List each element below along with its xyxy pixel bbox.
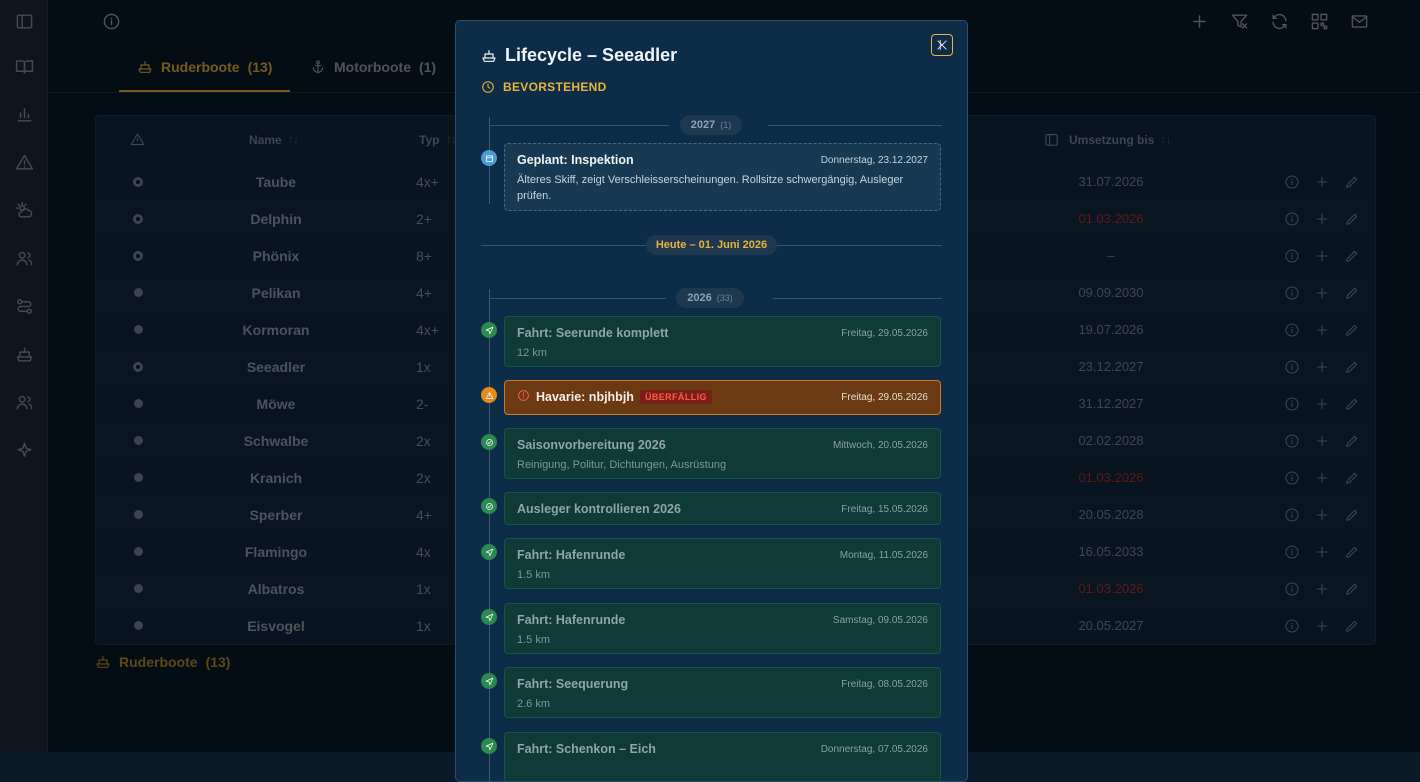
year-count: (1)	[720, 120, 732, 130]
year-label-2027[interactable]: 2027 (1)	[680, 115, 742, 135]
today-divider	[777, 245, 942, 246]
event-title: Fahrt: Seequerung	[517, 677, 629, 691]
timeline-line	[489, 289, 490, 781]
trip-icon	[481, 673, 497, 689]
close-button[interactable]	[931, 34, 953, 56]
event-title: Fahrt: Hafenrunde	[517, 548, 626, 562]
event-description: 2.6 km	[517, 698, 551, 710]
event-date: Freitag, 08.05.2026	[841, 678, 928, 690]
trip-icon	[481, 609, 497, 625]
check-icon	[481, 498, 497, 514]
trip-icon	[481, 322, 497, 338]
overdue-badge: ÜBERFÄLLIG	[639, 390, 712, 404]
event-description: 12 km	[517, 347, 547, 359]
year-divider	[489, 298, 666, 299]
event-description: 1.5 km	[517, 569, 551, 581]
warning-icon	[481, 387, 497, 403]
event-description: 1.5 km	[517, 634, 551, 646]
event-description: Reinigung, Politur, Dichtungen, Ausrüstu…	[517, 459, 727, 471]
year-count: (33)	[716, 293, 733, 303]
dialog-title: Lifecycle – Seeadler	[481, 45, 677, 66]
year-label-2026[interactable]: 2026 (33)	[676, 288, 744, 308]
calendar-icon	[481, 150, 497, 166]
timeline-event-planned[interactable]: Geplant: Inspektion Donnerstag, 23.12.202…	[504, 143, 941, 211]
close-icon	[937, 39, 947, 51]
event-date: Freitag, 29.05.2026	[841, 391, 928, 403]
timeline-event[interactable]: Ausleger kontrollieren 2026 Freitag, 15.0…	[504, 492, 941, 525]
timeline-event[interactable]: Fahrt: Seerunde komplett Freitag, 29.05.2…	[504, 316, 941, 367]
event-date: Freitag, 15.05.2026	[841, 503, 928, 515]
today-marker: Heute – 01. Juni 2026	[646, 235, 777, 255]
dialog-title-text: Lifecycle – Seeadler	[505, 45, 678, 65]
alert-icon	[517, 389, 530, 405]
year-divider	[773, 298, 942, 299]
check-icon	[481, 434, 497, 450]
event-description: Älteres Skiff, zeigt Verschleisserschein…	[517, 174, 904, 202]
timeline-event[interactable]: Saisonvorbereitung 2026 Mittwoch, 20.05.2…	[504, 428, 941, 479]
year-text: 2027	[690, 119, 716, 131]
event-date: Mittwoch, 20.05.2026	[832, 439, 928, 451]
event-title: Saisonvorbereitung 2026	[517, 438, 666, 452]
event-date: Montag, 11.05.2026	[839, 549, 928, 561]
timeline-event[interactable]: Fahrt: Seequerung Freitag, 08.05.2026 2.6…	[504, 667, 941, 718]
event-title: Fahrt: Hafenrunde	[517, 613, 626, 627]
today-divider	[481, 245, 646, 246]
boat-icon	[482, 49, 496, 62]
today-text: Heute – 01. Juni 2026	[655, 239, 768, 251]
event-title: Geplant: Inspektion	[517, 153, 634, 167]
lifecycle-dialog: Lifecycle – Seeadler BEVORSTEHEND 2027 (…	[455, 20, 968, 782]
event-date: Samstag, 09.05.2026	[832, 614, 928, 626]
trip-icon	[481, 544, 497, 560]
event-date: Freitag, 29.05.2026	[841, 327, 928, 339]
timeline-event-overdue[interactable]: Havarie: nbjhbjh ÜBERFÄLLIG Freitag, 29.…	[504, 380, 941, 415]
event-date: Donnerstag, 07.05.2026	[820, 743, 928, 755]
event-date: Donnerstag, 23.12.2027	[820, 154, 928, 166]
event-title: Ausleger kontrollieren 2026	[517, 502, 681, 516]
status-label: BEVORSTEHEND	[481, 80, 607, 94]
timeline-event[interactable]: Fahrt: Schenkon – Eich Donnerstag, 07.05.…	[504, 732, 941, 781]
status-text: BEVORSTEHEND	[503, 80, 607, 94]
event-title: Havarie: nbjhbjh	[536, 390, 634, 404]
year-divider	[489, 125, 669, 126]
year-text: 2026	[687, 292, 712, 304]
clock-icon	[482, 81, 494, 93]
timeline-event[interactable]: Fahrt: Hafenrunde Samstag, 09.05.2026 1.5…	[504, 603, 941, 654]
event-title: Fahrt: Schenkon – Eich	[517, 742, 656, 756]
timeline-event[interactable]: Fahrt: Hafenrunde Montag, 11.05.2026 1.5 …	[504, 538, 941, 589]
event-title: Fahrt: Seerunde komplett	[517, 326, 669, 340]
year-divider	[768, 125, 942, 126]
